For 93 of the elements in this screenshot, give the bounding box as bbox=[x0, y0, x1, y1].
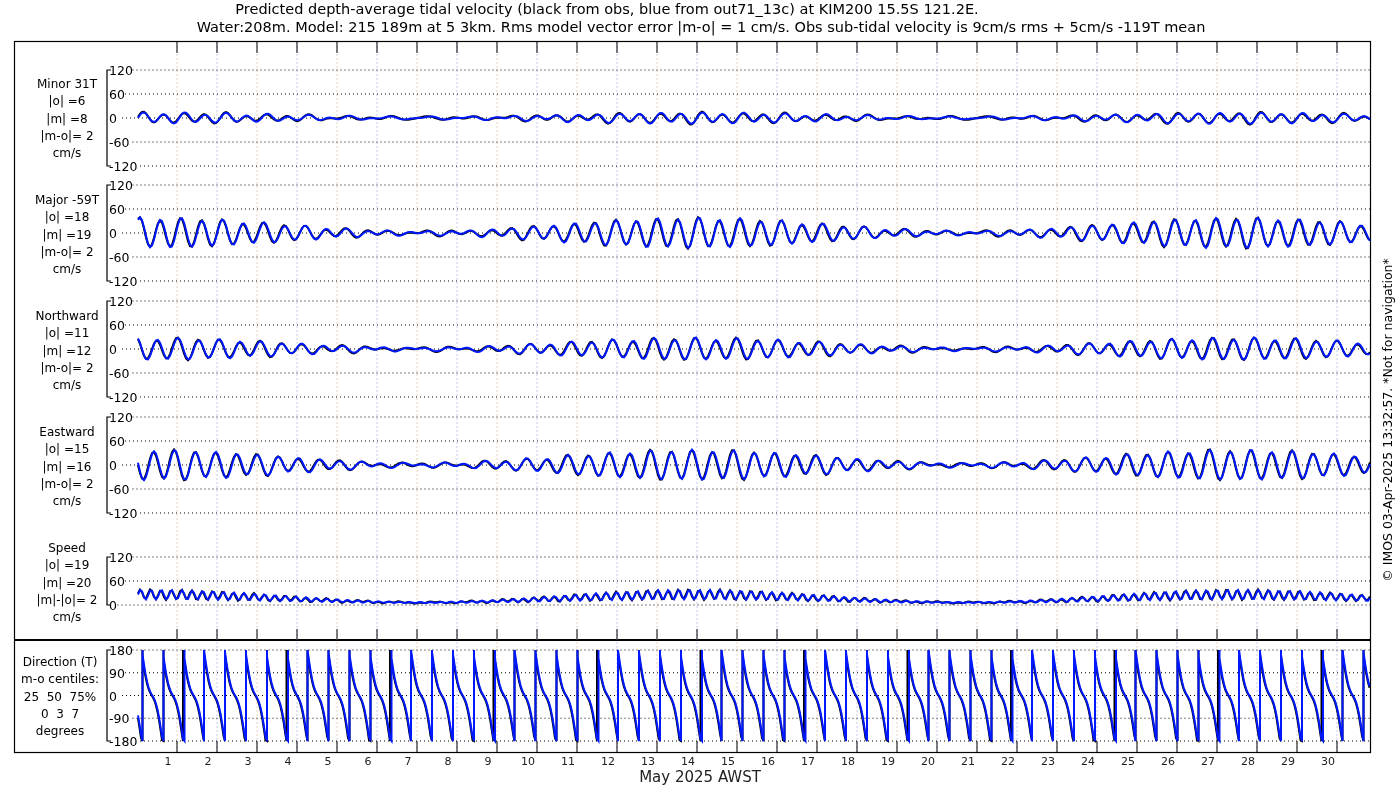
day-tick-label: 16 bbox=[761, 755, 775, 768]
day-tick-label: 20 bbox=[921, 755, 935, 768]
day-tick-label: 2 bbox=[204, 755, 212, 768]
chart-title: Water:208m. Model: 215 189m at 5 3km. Rms model vector error |m-o| = 1 cm/s. Obs sub-tidal velocity is 9cm/s rms + 5cm/s -119T mean bbox=[196, 19, 1206, 35]
panel-label: |m-o|= 2 bbox=[40, 360, 94, 375]
day-tick-label: 25 bbox=[1121, 755, 1135, 768]
day-tick-label: 1 bbox=[164, 755, 172, 768]
panel-label: |m-o|= 2 bbox=[40, 128, 94, 143]
y-tick-label: 120 bbox=[109, 294, 133, 309]
panel-label: |m|-|o|= 2 bbox=[36, 592, 98, 607]
panel-label: Minor 31T bbox=[37, 77, 97, 91]
y-tick-label: 60 bbox=[109, 318, 125, 333]
day-tick-label: 5 bbox=[324, 755, 332, 768]
panel-label: cm/s bbox=[52, 494, 82, 509]
y-tick-label: 120 bbox=[109, 63, 133, 78]
panel-label: |o| =15 bbox=[44, 442, 90, 457]
y-tick-label: 60 bbox=[109, 202, 125, 217]
panel-label: |m| =20 bbox=[42, 575, 92, 590]
y-tick-label: -60 bbox=[109, 250, 130, 265]
y-tick-label: 120 bbox=[109, 410, 133, 425]
y-tick-label: 180 bbox=[109, 643, 133, 658]
y-tick-label: -120 bbox=[109, 159, 138, 174]
day-tick-label: 26 bbox=[1161, 755, 1175, 768]
day-tick-label: 24 bbox=[1081, 755, 1095, 768]
y-tick-label: 0 bbox=[109, 342, 117, 357]
day-tick-label: 14 bbox=[681, 755, 695, 768]
y-tick-label: 60 bbox=[109, 87, 125, 102]
panel-label: cm/s bbox=[52, 378, 82, 393]
y-tick-label: 90 bbox=[109, 665, 125, 681]
day-tick-label: 17 bbox=[801, 755, 815, 768]
chart-title: Predicted depth-average tidal velocity (black from obs, blue from out71_13c) at KIM200 15.5S 121.2E. bbox=[235, 1, 979, 17]
y-tick-label: -120 bbox=[109, 274, 138, 289]
y-tick-label: 0 bbox=[109, 226, 117, 241]
credit-text: © IMOS 03-Apr-2025 13:32:57. *Not for navigation* bbox=[1380, 258, 1395, 582]
panel-label: cm/s bbox=[52, 610, 82, 625]
y-tick-label: 0 bbox=[109, 111, 117, 126]
panel-label: Northward bbox=[35, 309, 99, 323]
y-tick-label: 120 bbox=[109, 550, 133, 565]
y-tick-label: -120 bbox=[109, 390, 138, 405]
panel-label: |m| =12 bbox=[42, 343, 92, 358]
y-tick-label: 0 bbox=[109, 688, 117, 704]
day-tick-label: 11 bbox=[561, 755, 575, 768]
day-tick-label: 22 bbox=[1001, 755, 1015, 768]
panel-label: Eastward bbox=[39, 425, 95, 439]
y-tick-label: -60 bbox=[109, 482, 130, 497]
panel-label: cm/s bbox=[52, 262, 82, 277]
day-tick-label: 3 bbox=[244, 755, 252, 768]
y-tick-label: -120 bbox=[109, 506, 138, 521]
panel-label: Direction (T) bbox=[22, 655, 98, 669]
panel-label: |m| =19 bbox=[42, 227, 92, 242]
panel-label: Major -59T bbox=[34, 193, 100, 207]
day-tick-label: 8 bbox=[444, 755, 452, 768]
day-tick-label: 29 bbox=[1281, 755, 1295, 768]
panel-label: 0 3 7 bbox=[40, 706, 80, 721]
panel-label: |o| =18 bbox=[44, 210, 90, 225]
panel-label: |o| =19 bbox=[44, 558, 90, 573]
y-tick-label: 0 bbox=[109, 458, 117, 473]
y-tick-label: 0 bbox=[109, 598, 117, 613]
day-tick-label: 7 bbox=[404, 755, 412, 768]
day-tick-label: 19 bbox=[881, 755, 895, 768]
panel-label: m-o centiles: bbox=[21, 672, 99, 687]
y-tick-label: 120 bbox=[109, 178, 133, 193]
y-tick-label: -90 bbox=[109, 711, 130, 727]
day-tick-label: 30 bbox=[1321, 755, 1335, 768]
x-axis-label: May 2025 AWST bbox=[639, 768, 761, 786]
y-tick-label: -60 bbox=[109, 135, 130, 150]
panel-label: |o| =11 bbox=[44, 326, 90, 341]
day-tick-label: 10 bbox=[521, 755, 535, 768]
day-tick-label: 18 bbox=[841, 755, 855, 768]
panel-label: |o| =6 bbox=[48, 94, 86, 109]
panel-label: |m| =8 bbox=[46, 111, 88, 126]
panel-label: 25 50 75% bbox=[23, 689, 97, 704]
day-tick-label: 21 bbox=[961, 755, 975, 768]
panel-label: degrees bbox=[35, 724, 85, 739]
y-tick-label: 60 bbox=[109, 574, 125, 589]
y-tick-label: -180 bbox=[109, 734, 138, 749]
day-tick-label: 9 bbox=[484, 755, 492, 768]
panel-label: |m| =16 bbox=[42, 459, 92, 474]
day-tick-label: 4 bbox=[284, 755, 292, 768]
panel-label: Speed bbox=[48, 541, 86, 555]
day-tick-label: 27 bbox=[1201, 755, 1215, 768]
panel-label: |m-o|= 2 bbox=[40, 476, 94, 491]
panel-label: |m-o|= 2 bbox=[40, 244, 94, 259]
panel-label: cm/s bbox=[52, 146, 82, 161]
day-tick-label: 6 bbox=[364, 755, 372, 768]
day-tick-label: 13 bbox=[641, 755, 655, 768]
day-tick-label: 12 bbox=[601, 755, 615, 768]
y-tick-label: -60 bbox=[109, 366, 130, 381]
y-axis-line bbox=[106, 556, 112, 606]
day-tick-label: 28 bbox=[1241, 755, 1255, 768]
y-tick-label: 60 bbox=[109, 434, 125, 449]
day-tick-label: 23 bbox=[1041, 755, 1055, 768]
day-tick-label: 15 bbox=[721, 755, 735, 768]
